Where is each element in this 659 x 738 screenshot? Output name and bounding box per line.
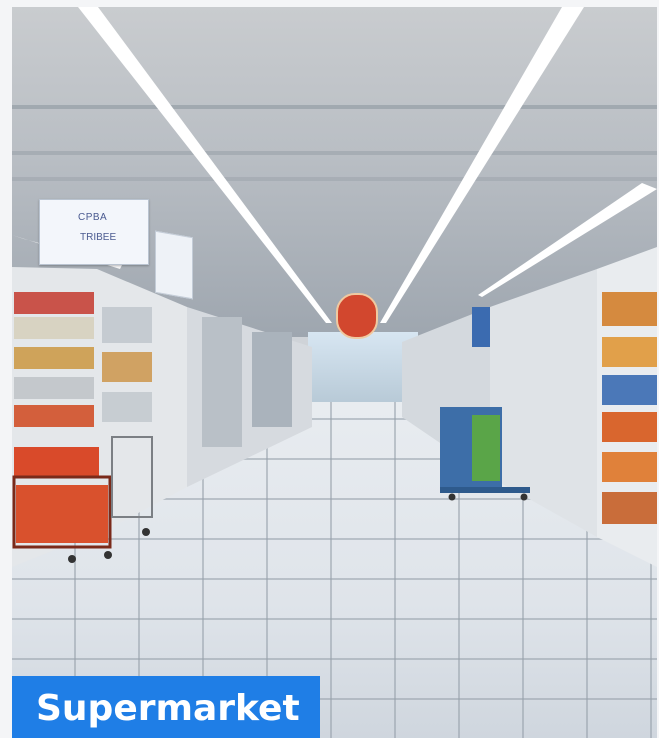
light-tube [380, 7, 584, 323]
hanging-promo-badge [336, 293, 378, 339]
store-sign-line1: CPBA [78, 212, 108, 223]
caption-text: Supermarket [36, 688, 300, 729]
right-glass-fridges [490, 269, 597, 537]
light-tube [78, 7, 332, 323]
caption-banner: Supermarket [12, 676, 320, 738]
scene-drawing [12, 7, 657, 567]
store-sign-line2: TRIBEE [80, 232, 117, 243]
supermarket-photo: CPBA TRIBEE [12, 7, 657, 738]
hanging-store-sign: CPBA TRIBEE [39, 199, 149, 265]
image-frame: CPBA TRIBEE Supermarket [0, 0, 659, 738]
hanging-aisle-sign [155, 230, 193, 300]
